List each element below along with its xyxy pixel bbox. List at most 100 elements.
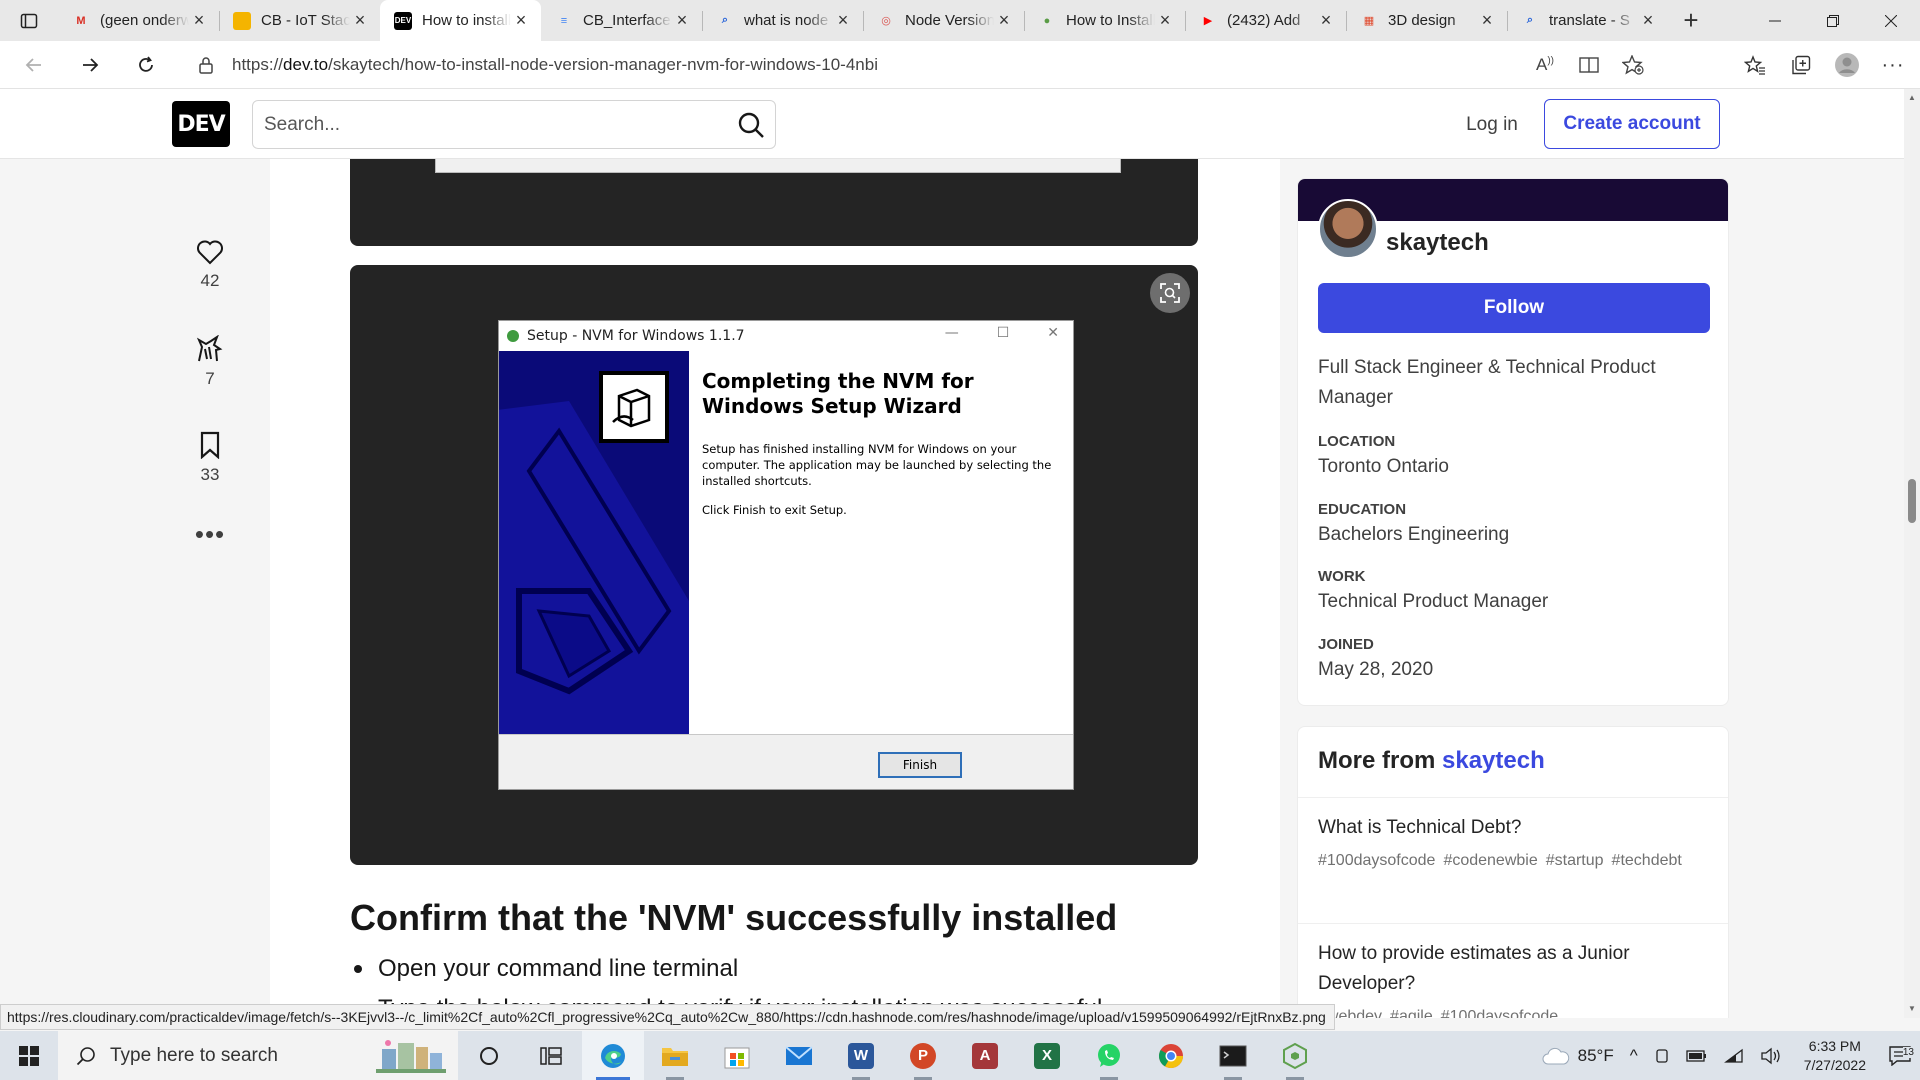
network-indicator[interactable]	[1716, 1048, 1752, 1064]
follow-button[interactable]: Follow	[1318, 283, 1710, 333]
bookmark-reaction[interactable]: 33	[176, 431, 244, 527]
tab-title: (geen onderwerp)	[100, 12, 189, 29]
unicorn-count: 7	[205, 369, 215, 388]
author-avatar[interactable]	[1318, 199, 1378, 259]
search-icon[interactable]	[737, 111, 765, 139]
browser-tab[interactable]: DEV How to install ×	[380, 0, 541, 41]
tag-link[interactable]: #startup	[1546, 852, 1604, 869]
scroll-thumb[interactable]	[1908, 479, 1916, 523]
browser-tab[interactable]: ◎ Node Version ×	[863, 0, 1024, 41]
close-window-button[interactable]	[1862, 0, 1920, 41]
tag-link[interactable]: #100daysofcode	[1441, 1008, 1558, 1018]
url-field[interactable]: https://dev.to/skaytech/how-to-install-n…	[186, 46, 1656, 84]
site-header: DEV Search... Log in Create account	[0, 89, 1904, 159]
browser-tab[interactable]: CB - IoT Stack ×	[219, 0, 380, 41]
read-aloud-button[interactable]: A))	[1528, 48, 1562, 82]
settings-more-button[interactable]: ···	[1876, 48, 1910, 82]
tab-close-icon[interactable]: ×	[833, 10, 853, 31]
taskbar-word[interactable]: W	[830, 1031, 892, 1080]
create-account-button[interactable]: Create account	[1544, 99, 1720, 149]
browser-tab[interactable]: ⌕ what is node ×	[702, 0, 863, 41]
action-center-button[interactable]: 13	[1880, 1045, 1920, 1066]
like-reaction[interactable]: 42	[176, 239, 244, 335]
tab-close-icon[interactable]: ×	[1477, 10, 1497, 31]
more-from-prefix: More from	[1318, 747, 1436, 774]
taskbar-excel[interactable]: X	[1016, 1031, 1078, 1080]
scroll-down-icon[interactable]: ▼	[1907, 1004, 1917, 1014]
author-name[interactable]: skaytech	[1386, 229, 1489, 257]
dev-logo[interactable]: DEV	[172, 101, 230, 147]
add-favorite-button[interactable]	[1616, 48, 1650, 82]
browser-tab[interactable]: ≡ CB_Interface ×	[541, 0, 702, 41]
taskbar-search[interactable]: Type here to search	[58, 1031, 458, 1080]
scroll-up-icon[interactable]: ▲	[1907, 93, 1917, 103]
browser-tab[interactable]: M (geen onderwerp)×	[58, 0, 219, 41]
tab-close-icon[interactable]: ×	[672, 10, 692, 31]
taskbar-nodejs[interactable]	[1264, 1031, 1326, 1080]
tab-close-icon[interactable]: ×	[1155, 10, 1175, 31]
login-link[interactable]: Log in	[1440, 103, 1544, 147]
browser-tab[interactable]: ⌕ translate - S ×	[1507, 0, 1668, 41]
restore-button[interactable]	[1804, 0, 1862, 41]
browser-tab[interactable]: ▶ (2432) Add ×	[1185, 0, 1346, 41]
profile-button[interactable]	[1830, 48, 1864, 82]
store-icon	[724, 1047, 750, 1068]
taskbar-terminal[interactable]	[1202, 1031, 1264, 1080]
tag-link[interactable]: #codenewbie	[1443, 852, 1537, 869]
favorites-button[interactable]	[1738, 48, 1772, 82]
clock[interactable]: 6:33 PM 7/27/2022	[1790, 1037, 1880, 1075]
refresh-button[interactable]	[118, 41, 174, 89]
cortana-button[interactable]	[458, 1031, 520, 1080]
setup-icon	[507, 330, 519, 342]
reactions-rail: 42 7 33 •••	[176, 239, 244, 567]
minimize-button[interactable]	[1746, 0, 1804, 41]
weather-widget[interactable]: 85°F	[1534, 1046, 1622, 1066]
device-icon[interactable]	[1646, 1048, 1678, 1064]
show-hidden-icons[interactable]: ^	[1622, 1046, 1646, 1066]
tag-link[interactable]: #agile	[1390, 1008, 1433, 1018]
more-actions-button[interactable]: •••	[176, 521, 244, 567]
taskbar-file-explorer[interactable]	[644, 1031, 706, 1080]
taskbar-access[interactable]: A	[954, 1031, 1016, 1080]
list-item[interactable]: How to provide estimates as a Junior Dev…	[1318, 939, 1708, 1018]
page-scrollbar[interactable]: ▲ ▼	[1904, 89, 1920, 1018]
post-title[interactable]: What is Technical Debt?	[1318, 813, 1708, 843]
new-tab-button[interactable]: +	[1668, 5, 1714, 36]
browser-tab[interactable]: ● How to Install ×	[1024, 0, 1185, 41]
article-image-nvm-setup[interactable]: Setup - NVM for Windows 1.1.7 — ☐ ✕ Comp…	[350, 265, 1198, 865]
tag-link[interactable]: #100daysofcode	[1318, 852, 1435, 869]
image-zoom-button[interactable]	[1150, 273, 1190, 313]
unicorn-reaction[interactable]: 7	[176, 335, 244, 431]
tab-close-icon[interactable]: ×	[189, 10, 209, 31]
forward-button[interactable]	[62, 41, 118, 89]
tab-close-icon[interactable]: ×	[511, 10, 531, 31]
task-view-button[interactable]	[520, 1031, 582, 1080]
taskbar-powerpoint[interactable]: P	[892, 1031, 954, 1080]
tab-close-icon[interactable]: ×	[1638, 10, 1658, 31]
tab-actions-button[interactable]	[0, 0, 58, 41]
taskbar-whatsapp[interactable]	[1078, 1031, 1140, 1080]
battery-indicator[interactable]	[1678, 1049, 1716, 1063]
more-from-author-link[interactable]: skaytech	[1442, 747, 1545, 774]
post-title[interactable]: How to provide estimates as a Junior Dev…	[1318, 939, 1708, 999]
tab-close-icon[interactable]: ×	[1316, 10, 1336, 31]
taskbar-edge[interactable]	[582, 1031, 644, 1080]
list-item[interactable]: What is Technical Debt? #100daysofcode #c…	[1318, 813, 1708, 874]
tab-close-icon[interactable]: ×	[994, 10, 1014, 31]
search-input[interactable]: Search...	[252, 100, 776, 149]
immersive-reader-button[interactable]	[1572, 48, 1606, 82]
chevron-up-icon: ^	[1629, 1045, 1638, 1065]
taskbar-store[interactable]	[706, 1031, 768, 1080]
back-button[interactable]	[6, 41, 62, 89]
volume-control[interactable]	[1752, 1047, 1790, 1065]
start-button[interactable]	[0, 1031, 58, 1080]
collections-button[interactable]	[1784, 48, 1818, 82]
taskbar-chrome[interactable]	[1140, 1031, 1202, 1080]
tag-link[interactable]: #techdebt	[1612, 852, 1682, 869]
nodejs-icon	[1283, 1042, 1307, 1069]
browser-tab[interactable]: ▦ 3D design ×	[1346, 0, 1507, 41]
refresh-icon	[139, 55, 153, 72]
tab-close-icon[interactable]: ×	[350, 10, 370, 31]
taskbar-mail[interactable]	[768, 1031, 830, 1080]
tab-actions-icon	[20, 13, 38, 28]
